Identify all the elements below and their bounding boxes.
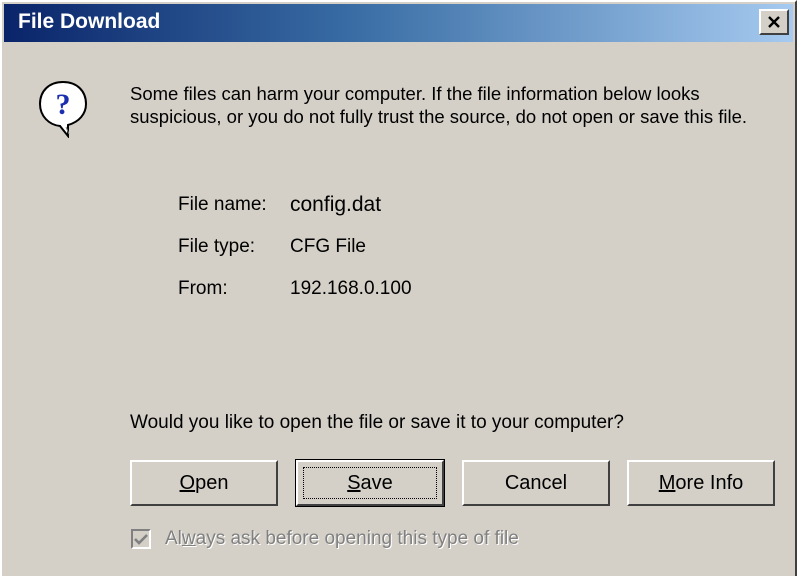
question-glyph: ?: [56, 88, 71, 121]
window-title: File Download: [18, 10, 161, 33]
file-from-label: From:: [178, 278, 228, 299]
file-name-label: File name:: [178, 194, 267, 215]
always-ask-label-pre: Al: [165, 528, 182, 549]
checkmark-icon: [134, 534, 148, 545]
warning-message: Some files can harm your computer. If th…: [130, 83, 748, 127]
close-icon: [768, 16, 780, 28]
save-mnemonic: S: [347, 471, 361, 494]
cancel-button[interactable]: Cancel: [462, 460, 610, 506]
always-ask-checkbox[interactable]: [131, 529, 151, 549]
file-name-value: config.dat: [290, 193, 382, 216]
cancel-label: Cancel: [504, 471, 568, 494]
save-button[interactable]: Save: [295, 459, 445, 507]
close-button[interactable]: [759, 9, 789, 35]
file-download-dialog: File Download ? Some files can harm your…: [0, 0, 797, 576]
open-mnemonic: O: [179, 471, 196, 494]
file-from-value: 192.168.0.100: [290, 278, 412, 299]
file-type-value: CFG File: [290, 236, 366, 257]
more-info-label-rest: ore Info: [675, 471, 744, 494]
question-text: Would you like to open the file or save …: [130, 412, 624, 433]
more-info-mnemonic: M: [658, 471, 676, 494]
always-ask-checkbox-row[interactable]: Always ask before opening this type of f…: [131, 528, 519, 550]
open-button[interactable]: Open: [130, 460, 278, 506]
title-bar[interactable]: File Download: [4, 4, 793, 42]
question-icon: ?: [38, 80, 88, 138]
save-label-rest: ave: [360, 471, 393, 494]
always-ask-mnemonic: w: [181, 528, 196, 549]
more-info-button[interactable]: More Info: [627, 460, 775, 506]
file-type-label: File type:: [178, 236, 256, 257]
always-ask-label: Always ask before opening this type of f…: [165, 528, 519, 550]
open-label-rest: pen: [195, 471, 229, 494]
always-ask-label-rest: ays ask before opening this type of file: [195, 528, 519, 549]
